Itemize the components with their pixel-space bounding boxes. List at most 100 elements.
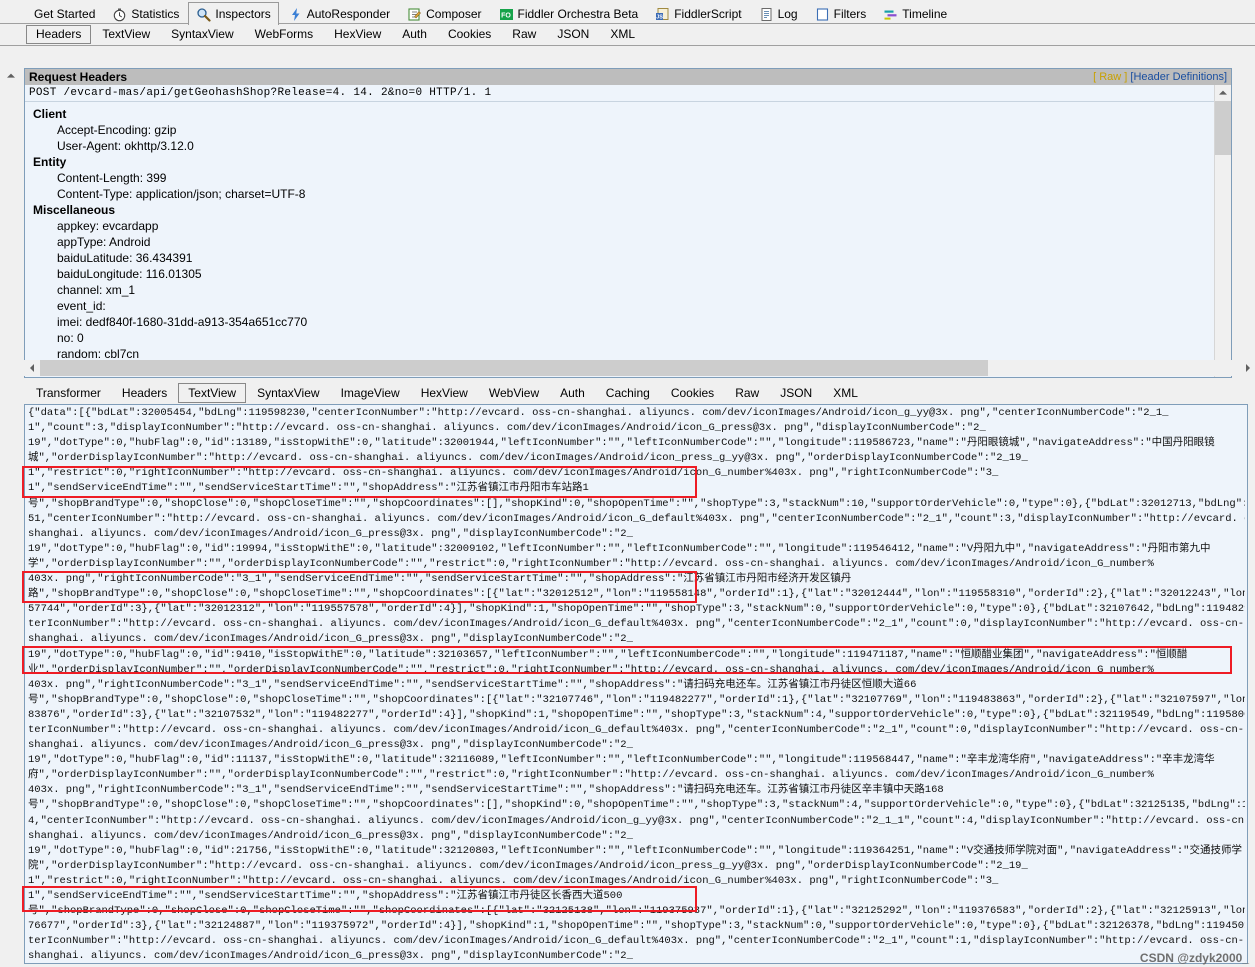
response-body-content[interactable]: {"data":[{"bdLat":32005454,"bdLng":11959… — [25, 405, 1247, 963]
header-entry: no: 0 — [57, 331, 84, 345]
response-body-line: shanghai. aliyuncs. com/dev/iconImages/A… — [28, 950, 633, 963]
header-entry: baiduLongitude: 116.01305 — [57, 267, 202, 281]
tab-label: FiddlerScript — [674, 7, 742, 21]
response-body-line: 19","dotType":0,"hubFlag":0,"id":21756,"… — [28, 844, 1242, 857]
scrollbar-thumb[interactable] — [1215, 101, 1231, 155]
request-tab-hexview[interactable]: HexView — [324, 25, 391, 44]
tab-get-started[interactable]: Get Started — [26, 4, 103, 24]
tab-label: Auth — [560, 386, 585, 400]
response-body-line: terIconNumber":"http://evcard. oss-cn-sh… — [28, 723, 1245, 736]
request-panel-horizontal-scrollbar[interactable] — [24, 360, 1255, 376]
request-tab-syntaxview[interactable]: SyntaxView — [161, 25, 243, 44]
tab-label: JSON — [557, 27, 590, 41]
tab-timeline[interactable]: Timeline — [875, 4, 955, 24]
response-body-line: shanghai. aliyuncs. com/dev/iconImages/A… — [28, 739, 633, 752]
response-tab-cookies[interactable]: Cookies — [661, 383, 724, 403]
response-tab-webview[interactable]: WebView — [479, 383, 549, 403]
response-body-line: 学","orderDisplayIconNumber":"","orderDis… — [28, 557, 1154, 570]
tab-label: Auth — [402, 27, 427, 41]
scrollbar-thumb[interactable] — [40, 360, 988, 376]
tab-fiddlerscript[interactable]: JS FiddlerScript — [647, 4, 749, 24]
tab-label: Cookies — [670, 386, 715, 400]
tab-statistics[interactable]: Statistics — [104, 4, 187, 24]
request-headers-title-bar: Request Headers [ Raw ] [Header Definiti… — [25, 69, 1231, 85]
tab-label: Transformer — [36, 386, 101, 400]
response-tab-raw[interactable]: Raw — [725, 383, 769, 403]
tab-label: Statistics — [131, 7, 180, 21]
tab-filters[interactable]: Filters — [807, 4, 875, 24]
scroll-right-icon[interactable] — [1240, 360, 1255, 376]
timeline-icon — [883, 7, 898, 22]
request-tab-auth[interactable]: Auth — [392, 25, 437, 44]
response-tab-syntaxview[interactable]: SyntaxView — [247, 383, 329, 403]
response-body-line: 51,"centerIconNumber":"http://evcard. os… — [28, 512, 1245, 525]
header-entry: User-Agent: okhttp/3.12.0 — [57, 139, 194, 153]
tab-label: HexView — [420, 386, 468, 400]
tab-fiddler-orchestra-beta[interactable]: FO Fiddler Orchestra Beta — [491, 4, 647, 24]
tab-label: SyntaxView — [171, 27, 234, 41]
scroll-up-icon[interactable] — [1215, 85, 1231, 101]
left-scrollbar[interactable] — [0, 68, 22, 378]
scroll-up-icon[interactable] — [3, 68, 19, 84]
fiddler-window: Get Started Statistics Inspectors AutoRe… — [0, 0, 1255, 967]
scroll-track[interactable] — [3, 84, 19, 362]
svg-text:JS: JS — [656, 15, 663, 21]
request-tab-json[interactable]: JSON — [547, 25, 599, 44]
response-body-line: 府","orderDisplayIconNumber":"","orderDis… — [28, 769, 1154, 782]
request-tab-cookies[interactable]: Cookies — [438, 25, 501, 44]
response-view-tabs[interactable]: Transformer Headers TextView SyntaxView … — [0, 382, 1255, 404]
response-body-line: 业","orderDisplayIconNumber":"","orderDis… — [28, 663, 1154, 676]
page-title: Request Headers — [29, 70, 128, 84]
header-entry: Accept-Encoding: gzip — [57, 123, 177, 137]
lightning-icon — [288, 7, 303, 22]
response-body-line: 57744","orderId":3},{"lat":"32012312","l… — [28, 603, 1245, 616]
tab-label: Inspectors — [215, 7, 271, 21]
response-body-line: 83876","orderId":3},{"lat":"32107532","l… — [28, 708, 1245, 721]
tab-composer[interactable]: Composer — [399, 4, 489, 24]
response-tab-json[interactable]: JSON — [770, 383, 822, 403]
response-body-line: 19","dotType":0,"hubFlag":0,"id":19994,"… — [28, 542, 1211, 555]
tab-label: Caching — [605, 386, 650, 400]
response-body-line: 城","orderDisplayIconNumber":"http://evca… — [28, 452, 1028, 465]
request-tab-raw[interactable]: Raw — [502, 25, 546, 44]
response-body-line: 1","restrict":0,"rightIconNumber":"http:… — [28, 874, 999, 887]
response-tab-auth[interactable]: Auth — [550, 383, 595, 403]
response-tab-xml[interactable]: XML — [823, 383, 868, 403]
response-tab-imageview[interactable]: ImageView — [331, 383, 410, 403]
header-entry: baiduLatitude: 36.434391 — [57, 251, 193, 265]
scroll-left-icon[interactable] — [24, 360, 40, 376]
pencil-note-icon — [407, 7, 422, 22]
request-view-tabs[interactable]: Headers TextView SyntaxView WebForms Hex… — [0, 24, 1255, 46]
tab-label: Raw — [735, 386, 760, 400]
tab-label: Raw — [512, 27, 537, 41]
tab-inspectors[interactable]: Inspectors — [188, 2, 279, 25]
response-body-textview[interactable]: {"data":[{"bdLat":32005454,"bdLng":11959… — [24, 404, 1248, 964]
response-tab-hexview[interactable]: HexView — [411, 383, 478, 403]
raw-link[interactable]: [ Raw ] — [1093, 71, 1127, 83]
request-headers-body: Client Accept-Encoding: gzip User-Agent:… — [25, 102, 1231, 362]
log-icon — [759, 7, 774, 22]
response-tab-transformer[interactable]: Transformer — [26, 383, 111, 403]
request-tab-xml[interactable]: XML — [600, 25, 645, 44]
response-tab-headers[interactable]: Headers — [112, 383, 177, 403]
tab-label: Cookies — [447, 27, 492, 41]
inspector-main-tabs[interactable]: Get Started Statistics Inspectors AutoRe… — [0, 0, 1255, 25]
tab-label: Timeline — [902, 7, 948, 21]
response-tab-textview[interactable]: TextView — [178, 383, 247, 403]
response-body-line: shanghai. aliyuncs. com/dev/iconImages/A… — [28, 829, 633, 842]
request-tab-textview[interactable]: TextView — [92, 25, 160, 44]
response-tab-caching[interactable]: Caching — [596, 383, 660, 403]
request-tab-webforms[interactable]: WebForms — [245, 25, 323, 44]
tab-autoresponder[interactable]: AutoResponder — [280, 4, 398, 24]
fo-badge-icon: FO — [499, 7, 514, 22]
request-tab-headers[interactable]: Headers — [26, 25, 92, 44]
header-definitions-link[interactable]: [Header Definitions] — [1130, 71, 1227, 83]
response-body-line: 403x. png","rightIconNumberCode":"3_1","… — [28, 784, 944, 797]
request-panel-vertical-scrollbar[interactable] — [1214, 85, 1231, 377]
tab-label: Filters — [833, 7, 867, 21]
tab-label: Headers — [36, 27, 82, 41]
response-body-line: 1","sendServiceEndTime":"","sendServiceS… — [28, 482, 589, 495]
header-links[interactable]: [ Raw ] [Header Definitions] — [1093, 69, 1227, 85]
response-body-line: 路","shopBrandType":0,"shopClose":0,"shop… — [28, 588, 1245, 601]
tab-log[interactable]: Log — [751, 4, 806, 24]
